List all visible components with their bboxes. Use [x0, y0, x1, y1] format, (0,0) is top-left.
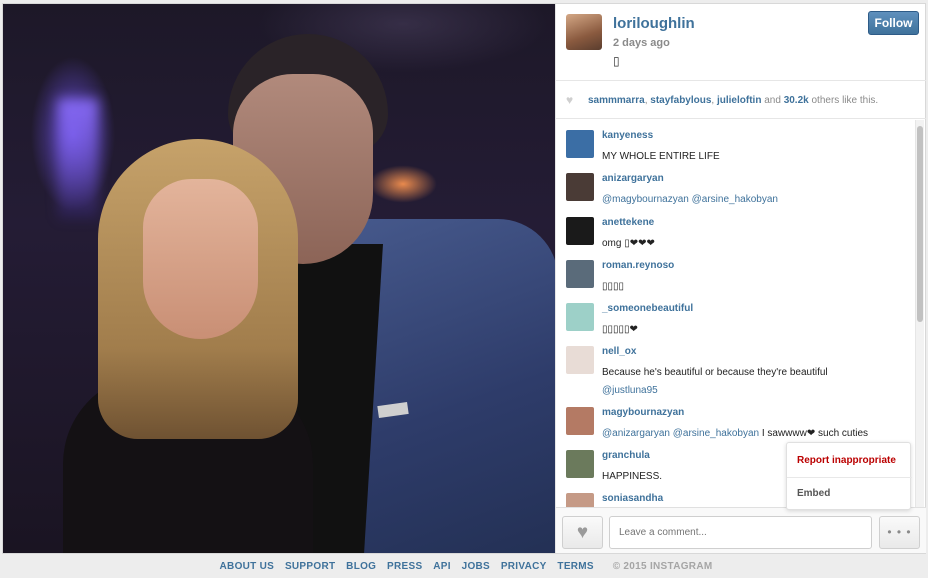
photo-woman-face [143, 179, 258, 339]
more-options-button[interactable]: • • • [879, 516, 920, 549]
comment-username[interactable]: anettekene [602, 217, 654, 228]
comment-username[interactable]: roman.reynoso [602, 260, 674, 271]
footer-link-blog[interactable]: BLOG [346, 561, 376, 572]
footer-link-press[interactable]: PRESS [387, 561, 422, 572]
comment-username[interactable]: _someonebeautiful [602, 303, 693, 314]
background-light [58, 99, 98, 219]
post-caption: ▯ [613, 54, 620, 68]
comment-text: omg ▯❤❤❤ [602, 238, 655, 249]
likes-summary: ♥ sammmarra, stayfabylous, julieloftin a… [556, 82, 926, 119]
site-footer: ABOUT US SUPPORT BLOG PRESS API JOBS PRI… [0, 556, 928, 578]
menu-divider [787, 477, 912, 478]
comment-username[interactable]: magybournazyan [602, 407, 684, 418]
footer-link-terms[interactable]: TERMS [557, 561, 594, 572]
avatar[interactable] [566, 450, 594, 478]
list-item: anettekene omg ▯❤❤❤ [556, 211, 911, 254]
comment-text: @anizargaryan @arsine_hakobyan I sawwww❤… [602, 425, 902, 443]
follow-button[interactable]: Follow [868, 11, 919, 35]
avatar[interactable] [566, 14, 602, 50]
list-item: _someonebeautiful ▯▯▯▯▯❤ [556, 297, 911, 340]
avatar[interactable] [566, 346, 594, 374]
list-item: nell_ox Because he's beautiful or becaus… [556, 340, 911, 401]
footer-link-support[interactable]: SUPPORT [285, 561, 335, 572]
copyright: © 2015 INSTAGRAM [612, 561, 713, 572]
post-modal: loriloughlin 2 days ago ▯ Follow ♥ sammm… [2, 3, 926, 554]
comment-username[interactable]: nell_ox [602, 346, 636, 357]
list-item: magybournazyan @anizargaryan @arsine_hak… [556, 401, 911, 444]
avatar[interactable] [566, 173, 594, 201]
post-side-panel: loriloughlin 2 days ago ▯ Follow ♥ sammm… [555, 4, 926, 553]
list-item: roman.reynoso ▯▯▯▯ [556, 254, 911, 297]
embed-item[interactable]: Embed [797, 488, 830, 499]
post-username[interactable]: loriloughlin [613, 15, 695, 32]
comment-username[interactable]: soniasandha [602, 493, 663, 504]
avatar[interactable] [566, 493, 594, 507]
post-timestamp[interactable]: 2 days ago [613, 37, 670, 49]
heart-icon: ♥ [566, 93, 574, 107]
comment-mentions[interactable]: @anizargaryan @arsine_hakobyan [602, 428, 759, 439]
comment-mention[interactable]: @justluna95 [602, 385, 658, 396]
comment-text: Because he's beautiful or because they'r… [602, 364, 902, 400]
post-header: loriloughlin 2 days ago ▯ Follow [556, 4, 926, 81]
list-item: kanyeness MY WHOLE ENTIRE LIFE [556, 124, 911, 167]
comment-text-body: Because he's beautiful or because they'r… [602, 367, 828, 378]
heart-icon: ♥ [576, 522, 589, 543]
comment-username[interactable]: kanyeness [602, 130, 653, 141]
comment-bar: ♥ • • • [556, 507, 926, 553]
avatar[interactable] [566, 303, 594, 331]
scrollbar-thumb[interactable] [917, 126, 923, 322]
avatar[interactable] [566, 407, 594, 435]
likes-suffix: others like this. [811, 95, 879, 106]
list-item: anizargaryan @magybournazyan @arsine_hak… [556, 167, 911, 210]
comment-text: ▯▯▯▯▯❤ [602, 324, 638, 335]
post-photo[interactable] [3, 4, 555, 553]
comment-username[interactable]: granchula [602, 450, 650, 461]
avatar[interactable] [566, 130, 594, 158]
liker-link[interactable]: stayfabylous [650, 95, 711, 106]
avatar[interactable] [566, 217, 594, 245]
comments-scrollbar[interactable] [915, 120, 924, 507]
footer-link-api[interactable]: API [433, 561, 451, 572]
avatar[interactable] [566, 260, 594, 288]
likes-and: and [764, 95, 781, 106]
comment-text-body: I sawwww❤ such cuties [759, 428, 869, 439]
like-button[interactable]: ♥ [562, 516, 603, 549]
comment-text: ▯▯▯▯ [602, 281, 625, 292]
footer-link-jobs[interactable]: JOBS [462, 561, 490, 572]
likes-count[interactable]: 30.2k [784, 95, 809, 106]
comment-mentions[interactable]: @magybournazyan @arsine_hakobyan [602, 191, 902, 209]
footer-link-about[interactable]: ABOUT US [220, 561, 275, 572]
comment-input[interactable] [609, 516, 872, 549]
report-inappropriate-item[interactable]: Report inappropriate [797, 455, 896, 466]
comment-text: MY WHOLE ENTIRE LIFE [602, 151, 720, 162]
liker-link[interactable]: julieloftin [717, 95, 761, 106]
liker-link[interactable]: sammmarra [588, 95, 645, 106]
options-menu: Report inappropriate Embed [786, 442, 912, 510]
comment-username[interactable]: anizargaryan [602, 173, 664, 184]
footer-link-privacy[interactable]: PRIVACY [501, 561, 547, 572]
